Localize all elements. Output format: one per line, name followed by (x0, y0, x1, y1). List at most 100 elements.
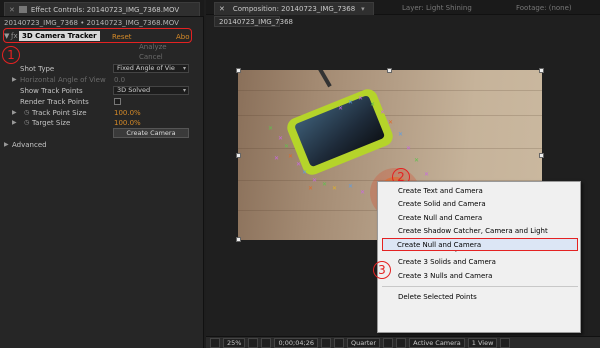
close-tab-icon[interactable]: ✕ (219, 5, 225, 13)
menu-item-shadow-catcher[interactable]: Create Shadow Catcher, Camera and Light (398, 225, 548, 237)
show-track-points-dropdown[interactable]: 3D Solved (113, 86, 189, 95)
channel-icon[interactable] (333, 337, 344, 348)
panel-menu-icon[interactable]: ▾ (361, 5, 365, 13)
svg-text:✕: ✕ (302, 169, 307, 176)
target-size-value[interactable]: 100.0% (114, 119, 141, 127)
context-menu: Create Text and Camera Create Solid and … (377, 181, 581, 333)
layer-path: 20140723_IMG_7368 • 20140723_IMG_7368.MO… (4, 19, 179, 27)
stopwatch-icon[interactable]: ◷ (24, 119, 29, 126)
svg-text:✕: ✕ (398, 131, 403, 138)
menu-separator (382, 286, 578, 287)
annotation-step-1: 1 (2, 46, 20, 64)
target-size-label: Target Size (32, 118, 71, 127)
create-camera-button[interactable]: Create Camera (113, 128, 189, 138)
svg-text:✕: ✕ (284, 143, 289, 150)
grid-icon[interactable] (248, 337, 259, 348)
frame-handle[interactable] (236, 153, 241, 158)
camera-dropdown[interactable]: Active Camera (409, 337, 465, 348)
menu-item-text-camera[interactable]: Create Text and Camera (398, 185, 483, 197)
svg-text:✕: ✕ (406, 145, 411, 152)
menu-item-null-camera-label[interactable]: Create Null and Camera (398, 212, 482, 224)
horizontal-aov-label: Horizontal Angle of View (20, 75, 106, 84)
svg-text:✕: ✕ (358, 95, 363, 102)
timecode[interactable]: 0;00;04;26 (274, 337, 318, 348)
stopwatch-icon[interactable]: ◷ (24, 109, 29, 116)
property-render-track-points: Render Track Points (0, 96, 204, 107)
horizontal-aov-value[interactable]: 0.0 (114, 76, 125, 84)
footage-tab[interactable]: Footage: (none) (516, 4, 572, 12)
composition-subtab[interactable]: 20140723_IMG_7368 (214, 16, 293, 27)
svg-text:✕: ✕ (360, 189, 365, 196)
frame-handle[interactable] (539, 68, 544, 73)
region-icon[interactable] (383, 337, 394, 348)
effect-controls-tab-label: Effect Controls: 20140723_IMG_7368.MOV (30, 5, 180, 14)
property-shot-type: Shot Type Fixed Angle of Vie (0, 63, 204, 74)
frame-handle[interactable] (236, 68, 241, 73)
svg-text:✕: ✕ (370, 101, 375, 108)
resolution-dropdown[interactable]: Quarter (346, 337, 381, 348)
shot-type-label: Shot Type (20, 64, 55, 73)
composition-tabbar: ✕ Composition: 20140723_IMG_7368 ▾ Layer… (206, 0, 600, 15)
svg-text:✕: ✕ (268, 125, 273, 132)
menu-item-3-nulls[interactable]: Create 3 Nulls and Camera (398, 270, 492, 282)
annotation-box-effect (3, 28, 192, 43)
advanced-group[interactable]: ▶ Advanced (0, 139, 204, 150)
menu-item-delete-points[interactable]: Delete Selected Points (398, 291, 477, 303)
transparency-grid-icon[interactable] (396, 337, 407, 348)
effect-controls-panel: ✕ Effect Controls: 20140723_IMG_7368.MOV… (0, 0, 204, 348)
mask-icon[interactable] (261, 337, 272, 348)
property-horizontal-aov: ▶ Horizontal Angle of View 0.0 (0, 74, 204, 85)
track-point-size-value[interactable]: 100.0% (114, 109, 141, 117)
expand-icon[interactable]: ▶ (4, 141, 9, 148)
show-track-points-label: Show Track Points (20, 86, 83, 95)
expand-icon[interactable]: ▶ (12, 76, 17, 83)
svg-text:✕: ✕ (414, 157, 419, 164)
expand-icon[interactable]: ▶ (12, 119, 17, 126)
effect-controls-tab[interactable]: ✕ Effect Controls: 20140723_IMG_7368.MOV (4, 2, 200, 16)
advanced-label: Advanced (12, 140, 47, 149)
views-dropdown[interactable]: 1 View (467, 337, 498, 348)
viewer-bottom-bar: 25% 0;00;04;26 Quarter Active Camera 1 V… (206, 336, 600, 348)
frame-handle[interactable] (387, 68, 392, 73)
render-track-points-checkbox[interactable] (114, 98, 121, 105)
render-track-points-label: Render Track Points (20, 97, 89, 106)
track-point-size-label: Track Point Size (32, 108, 87, 117)
svg-text:✕: ✕ (348, 183, 353, 190)
menu-item-solid-camera[interactable]: Create Solid and Camera (398, 198, 486, 210)
always-preview-icon[interactable] (210, 337, 220, 348)
svg-text:✕: ✕ (388, 119, 393, 126)
svg-text:✕: ✕ (312, 177, 317, 184)
cancel-button[interactable]: Cancel (139, 53, 163, 61)
menu-item-3-solids[interactable]: Create 3 Solids and Camera (398, 256, 496, 268)
svg-text:✕: ✕ (332, 185, 337, 192)
composition-tab[interactable]: ✕ Composition: 20140723_IMG_7368 ▾ (214, 2, 374, 15)
zoom-dropdown[interactable]: 25% (223, 337, 246, 348)
analyze-button[interactable]: Analyze (139, 43, 167, 51)
lock-icon[interactable] (18, 6, 27, 13)
frame-handle[interactable] (236, 237, 241, 242)
effect-controls-tabbar: ✕ Effect Controls: 20140723_IMG_7368.MOV (0, 0, 204, 17)
shot-type-dropdown[interactable]: Fixed Angle of Vie (113, 64, 189, 73)
snapshot-icon[interactable] (320, 337, 331, 348)
layer-tab[interactable]: Layer: Light Shining (402, 4, 472, 12)
svg-text:✕: ✕ (278, 135, 283, 142)
svg-text:✕: ✕ (322, 181, 327, 188)
composition-panel: ✕ Composition: 20140723_IMG_7368 ▾ Layer… (206, 0, 600, 348)
svg-text:✕: ✕ (424, 171, 429, 178)
close-tab-icon[interactable]: ✕ (9, 6, 15, 14)
svg-text:✕: ✕ (308, 185, 313, 192)
svg-text:✕: ✕ (296, 161, 301, 168)
frame-handle[interactable] (539, 153, 544, 158)
composition-tab-label: Composition: 20140723_IMG_7368 (232, 5, 356, 13)
svg-text:✕: ✕ (380, 109, 385, 116)
property-show-track-points: Show Track Points 3D Solved (0, 85, 204, 96)
menu-item-null-camera[interactable]: Create Null and Camera (397, 239, 481, 251)
property-target-size: ▶ ◷ Target Size 100.0% (0, 117, 204, 128)
annotation-step-3: 3 (373, 261, 391, 279)
expand-icon[interactable]: ▶ (12, 109, 17, 116)
fast-previews-icon[interactable] (500, 337, 511, 348)
svg-text:✕: ✕ (338, 105, 343, 112)
svg-text:✕: ✕ (348, 99, 353, 106)
svg-text:✕: ✕ (274, 155, 279, 162)
svg-text:✕: ✕ (288, 153, 293, 160)
